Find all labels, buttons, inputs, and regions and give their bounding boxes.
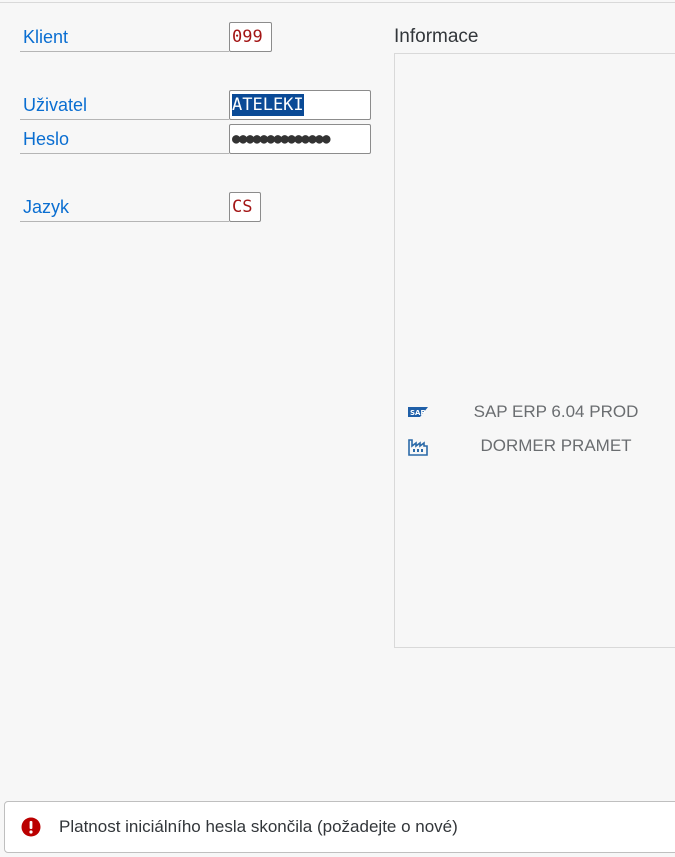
factory-icon xyxy=(407,436,429,456)
password-label: Heslo xyxy=(20,124,229,154)
language-input[interactable]: CS xyxy=(229,192,261,222)
user-input-value: ATELEKI xyxy=(232,94,304,116)
language-label: Jazyk xyxy=(20,192,229,222)
info-system-text: SAP ERP 6.04 PROD xyxy=(473,402,639,421)
info-row-system: SAP SAP ERP 6.04 PROD xyxy=(407,400,675,424)
info-title: Informace xyxy=(394,26,479,47)
info-company-text: DORMER PRAMET xyxy=(480,436,632,455)
top-divider xyxy=(0,2,675,3)
user-input[interactable]: ATELEKI xyxy=(229,90,371,120)
svg-text:SAP: SAP xyxy=(410,409,426,417)
client-input[interactable]: 099 xyxy=(229,22,272,52)
info-panel: SAP SAP ERP 6.04 PROD DORMER PRAMET xyxy=(394,53,675,648)
password-input[interactable]: ●●●●●●●●●●●●●● xyxy=(229,124,371,154)
client-label: Klient xyxy=(20,22,229,52)
sap-logo-icon: SAP xyxy=(407,402,429,422)
error-icon xyxy=(21,817,41,837)
user-label: Uživatel xyxy=(20,90,229,120)
status-bar[interactable]: Platnost iniciálního hesla skončila (pož… xyxy=(4,801,675,853)
status-message: Platnost iniciálního hesla skončila (pož… xyxy=(59,817,458,836)
info-row-company: DORMER PRAMET xyxy=(407,434,675,458)
